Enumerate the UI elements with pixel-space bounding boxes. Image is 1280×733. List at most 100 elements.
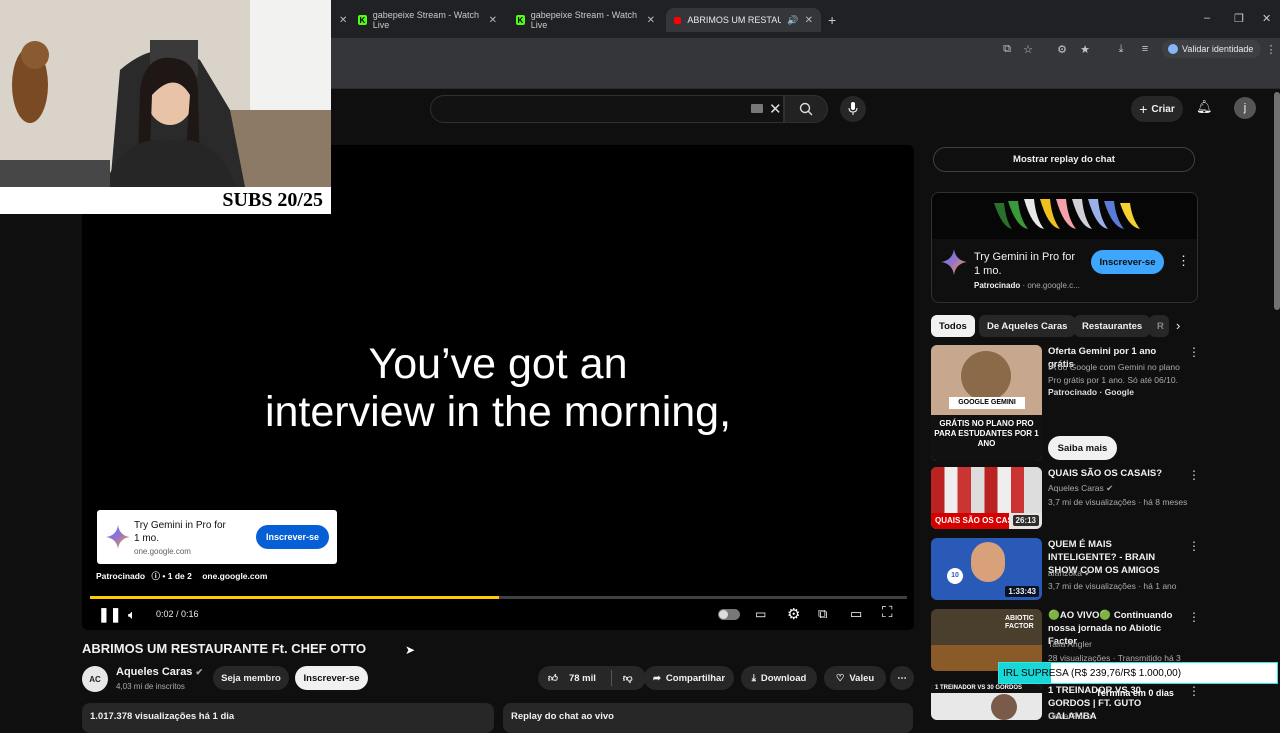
close-icon[interactable]: ✕: [489, 15, 497, 26]
new-tab-button[interactable]: +: [828, 12, 836, 28]
like-icon[interactable]: 👍︎: [548, 672, 558, 684]
video-thumbnail[interactable]: 10 1:33:43: [931, 538, 1042, 600]
download-icon[interactable]: ⤓: [1114, 42, 1128, 56]
gemini-ad-title[interactable]: Try Gemini in Pro for 1 mo.: [974, 250, 1084, 278]
chat-replay-box[interactable]: Replay do chat ao vivo: [503, 703, 913, 733]
more-options-icon[interactable]: ⋮: [1188, 539, 1200, 553]
description-box[interactable]: 1.017.378 visualizações há 1 dia: [82, 703, 494, 733]
close-icon[interactable]: ✕: [647, 15, 655, 26]
video-title[interactable]: QUAIS SÃO OS CASAIS?: [1048, 467, 1183, 480]
bookmark-star-icon[interactable]: ☆: [1021, 42, 1035, 56]
create-button[interactable]: + Criar: [1131, 96, 1183, 122]
favorites-icon[interactable]: ★: [1078, 42, 1092, 56]
close-window-button[interactable]: ✕: [1262, 12, 1271, 25]
video-caption: You’ve got an interview in the morning,: [82, 340, 914, 436]
subtitles-icon[interactable]: ▭: [755, 607, 766, 621]
avatar[interactable]: j: [1234, 97, 1256, 119]
video-channel[interactable]: alanzoka ✔: [1048, 567, 1198, 580]
install-icon[interactable]: ⧉: [1000, 42, 1014, 56]
clear-search-icon[interactable]: ✕: [769, 100, 782, 118]
verified-icon: ✔: [195, 667, 204, 677]
settings-gear-icon[interactable]: ⚙: [787, 605, 800, 623]
media-icon[interactable]: ≡: [1138, 42, 1152, 56]
channel-name-row[interactable]: Aqueles Caras ✔: [116, 666, 203, 678]
thanks-button[interactable]: ♡ Valeu: [824, 666, 886, 690]
download-button[interactable]: ⤓ Download: [741, 666, 817, 690]
video-channel[interactable]: Taila Angler: [1048, 638, 1198, 651]
join-button[interactable]: Seja membro: [213, 666, 289, 690]
video-thumbnail[interactable]: 1 TREINADOR VS 30 GORDOS: [931, 684, 1042, 720]
more-options-icon[interactable]: ⋮: [1177, 253, 1190, 269]
chip-restaurants[interactable]: Restaurantes: [1074, 315, 1151, 337]
volume-icon[interactable]: 🔈︎: [128, 607, 136, 623]
page-scrollbar[interactable]: [1274, 92, 1280, 310]
minimize-button[interactable]: –: [1204, 12, 1210, 24]
thanks-label: Valeu: [849, 672, 875, 684]
miniplayer-icon[interactable]: ⧉: [818, 606, 827, 622]
keyboard-icon[interactable]: [751, 104, 763, 113]
channel-name[interactable]: Aqueles Caras: [116, 666, 192, 678]
close-icon[interactable]: ✕: [339, 15, 347, 26]
theater-mode-icon[interactable]: ▭: [850, 606, 862, 622]
chip-all[interactable]: Todos: [931, 315, 975, 337]
chip-partial[interactable]: R: [1149, 315, 1169, 337]
video-desc-line: IA do Google com Gemini no plano: [1048, 362, 1180, 372]
subscriber-count: 4,03 mi de inscritos: [116, 682, 185, 691]
sidebar-gemini-ad[interactable]: Try Gemini in Pro for 1 mo. Patrocinado …: [931, 192, 1198, 303]
more-options-icon[interactable]: ⋮: [1188, 345, 1200, 359]
like-dislike-group: 👍︎ 78 mil 👎︎: [538, 666, 646, 690]
video-channel[interactable]: Canal Foco: [1048, 710, 1198, 723]
chat-replay-label: Replay do chat ao vivo: [511, 711, 614, 722]
info-icon[interactable]: ⓘ: [152, 571, 161, 581]
progress-bar[interactable]: [90, 596, 907, 599]
channel-avatar[interactable]: AC: [82, 666, 108, 692]
pause-button[interactable]: ❚❚: [98, 606, 121, 623]
video-thumbnail[interactable]: GOOGLE GEMINI GRÁTIS NO PLANO PRO PARA E…: [931, 345, 1042, 461]
maximize-button[interactable]: ❐: [1234, 12, 1244, 25]
like-count[interactable]: 78 mil: [569, 673, 596, 684]
search-input[interactable]: ✕: [430, 95, 784, 123]
more-actions-button[interactable]: ⋯: [890, 666, 914, 690]
thanks-icon: ♡: [835, 672, 845, 684]
ad-info-url[interactable]: one.google.com: [202, 571, 267, 581]
webcam-overlay: [0, 0, 331, 187]
tab-kick-2[interactable]: K gabepeixe Stream - Watch Live ✕: [508, 8, 663, 32]
gemini-star-icon: [106, 525, 130, 549]
voice-search-button[interactable]: [840, 96, 866, 122]
search-button[interactable]: [784, 95, 828, 123]
gemini-ad-url: one.google.c...: [1027, 281, 1080, 290]
close-icon[interactable]: ✕: [805, 15, 813, 26]
ad-title[interactable]: Try Gemini in Pro for 1 mo.: [134, 519, 234, 545]
subscribe-button[interactable]: Inscrever-se: [295, 666, 368, 690]
verify-identity-button[interactable]: Validar identidade: [1162, 40, 1262, 58]
learn-more-button[interactable]: Saiba mais: [1048, 436, 1117, 460]
mouse-cursor-icon: ➤: [405, 643, 416, 657]
chevron-right-icon[interactable]: ›: [1176, 318, 1180, 333]
thumb-text: ABIOTIC FACTOR: [1005, 615, 1034, 630]
share-button[interactable]: ➦ Compartilhar: [644, 666, 734, 690]
notifications-bell-icon[interactable]: 🔔︎: [1196, 99, 1213, 115]
more-options-icon[interactable]: ⋮: [1188, 468, 1200, 482]
video-channel[interactable]: Aqueles Caras ✔: [1048, 482, 1198, 495]
tab-youtube-active[interactable]: ABRIMOS UM RESTAURANTE 🔊 ✕: [666, 8, 821, 32]
thumb-text: 1 TREINADOR VS 30 GORDOS: [931, 684, 1042, 693]
video-thumbnail[interactable]: QUAIS SÃO OS CASA 26:13: [931, 467, 1042, 529]
ad-overlay-card[interactable]: Try Gemini in Pro for 1 mo. one.google.c…: [97, 510, 337, 564]
chip-channel[interactable]: De Aqueles Caras: [979, 315, 1076, 337]
ad-subscribe-button[interactable]: Inscrever-se: [256, 525, 329, 549]
extension-icon[interactable]: ⚙: [1055, 42, 1069, 56]
menu-icon[interactable]: ⋮: [1264, 42, 1278, 56]
search-icon: [799, 102, 813, 116]
ad-url: one.google.com: [134, 547, 191, 556]
video-player[interactable]: You’ve got an interview in the morning, …: [82, 145, 914, 630]
tab-kick-1[interactable]: K gabepeixe Stream - Watch Live ✕: [350, 8, 505, 32]
more-options-icon[interactable]: ⋮: [1188, 684, 1200, 698]
more-options-icon[interactable]: ⋮: [1188, 610, 1200, 624]
tab-close-partial[interactable]: ✕: [331, 8, 347, 32]
show-chat-replay-button[interactable]: Mostrar replay do chat: [933, 147, 1195, 172]
fullscreen-icon[interactable]: ⛶: [882, 604, 893, 621]
dislike-icon[interactable]: 👎︎: [623, 672, 633, 684]
donation-goal-bar: IRL SUPRESA (R$ 239,76/R$ 1.000,00): [998, 662, 1278, 684]
autoplay-toggle[interactable]: [718, 609, 740, 620]
gemini-subscribe-button[interactable]: Inscrever-se: [1091, 250, 1164, 274]
